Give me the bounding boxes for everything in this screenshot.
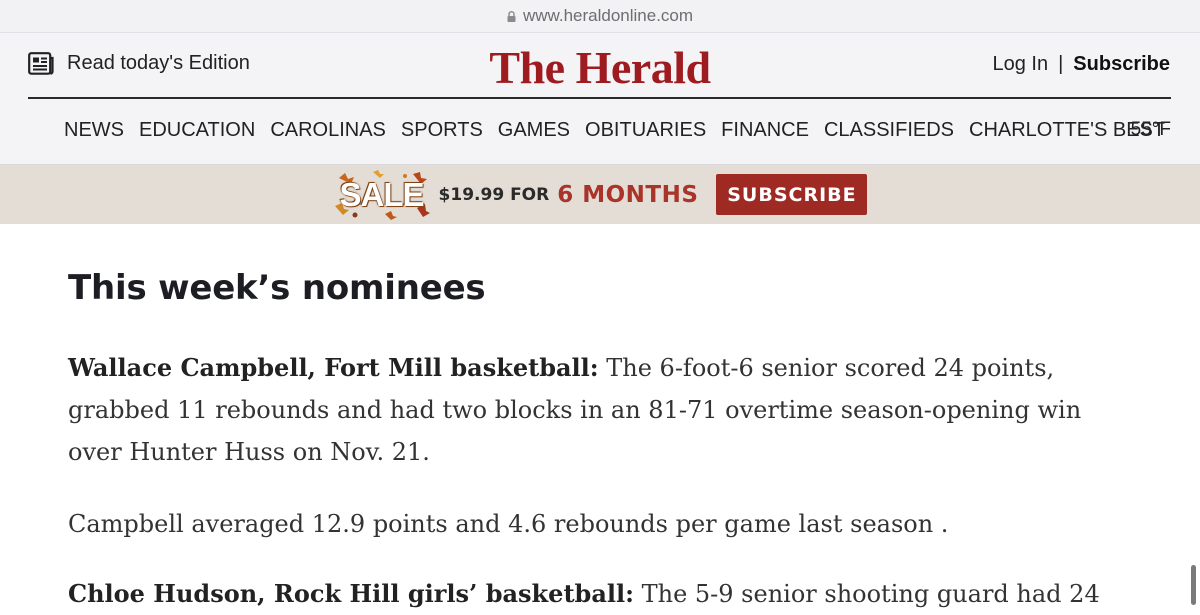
section-heading: This week’s nominees	[68, 268, 486, 308]
main-nav: NEWS EDUCATION CAROLINAS SPORTS GAMES OB…	[28, 119, 1171, 142]
article-body: This week’s nominees Wallace Campbell, F…	[68, 268, 1138, 608]
promo-duration: 6 MONTHS	[557, 181, 699, 208]
sale-text: SALE	[339, 175, 425, 213]
account-links: Log In | Subscribe	[992, 53, 1170, 76]
nav-education[interactable]: EDUCATION	[139, 119, 255, 142]
nominee-paragraph: Chloe Hudson, Rock Hill girls’ basketbal…	[68, 573, 1128, 615]
sale-badge: SALE	[333, 169, 431, 220]
login-link[interactable]: Log In	[992, 53, 1048, 76]
site-header: Read today's Edition The Herald Log In |…	[0, 33, 1200, 165]
subscription-promo-banner: SALE $19.99 FOR 6 MONTHS SUBSCRIBE	[0, 165, 1200, 224]
lock-icon	[507, 11, 516, 22]
nav-carolinas[interactable]: CAROLINAS	[270, 119, 386, 142]
header-divider	[28, 97, 1171, 99]
nominee-description: The 5-9 senior shooting guard had 24	[633, 580, 1100, 608]
nav-items: NEWS EDUCATION CAROLINAS SPORTS GAMES OB…	[64, 119, 1180, 142]
nav-news[interactable]: NEWS	[64, 119, 124, 142]
nominee-paragraph: Wallace Campbell, Fort Mill basketball: …	[68, 347, 1128, 473]
url-text[interactable]: www.heraldonline.com	[523, 6, 693, 26]
paragraph-text: Campbell averaged 12.9 points and 4.6 re…	[68, 510, 949, 538]
nav-classifieds[interactable]: CLASSIFIEDS	[824, 119, 954, 142]
nominee-name: Wallace Campbell, Fort Mill basketball:	[68, 353, 599, 382]
weather-temperature[interactable]: 55°F	[1131, 119, 1171, 141]
article-paragraph: Campbell averaged 12.9 points and 4.6 re…	[68, 503, 1128, 545]
nav-finance[interactable]: FINANCE	[721, 119, 809, 142]
nav-sports[interactable]: SPORTS	[401, 119, 483, 142]
nav-obituaries[interactable]: OBITUARIES	[585, 119, 706, 142]
browser-url-bar[interactable]: www.heraldonline.com	[0, 0, 1200, 33]
subscribe-link[interactable]: Subscribe	[1073, 53, 1170, 76]
page-scrollbar[interactable]	[1191, 565, 1196, 605]
nominee-name: Chloe Hudson, Rock Hill girls’ basketbal…	[68, 579, 634, 608]
account-separator: |	[1058, 53, 1064, 75]
promo-price: $19.99 FOR	[438, 184, 550, 205]
nav-games[interactable]: GAMES	[498, 119, 570, 142]
promo-subscribe-button[interactable]: SUBSCRIBE	[716, 174, 868, 215]
